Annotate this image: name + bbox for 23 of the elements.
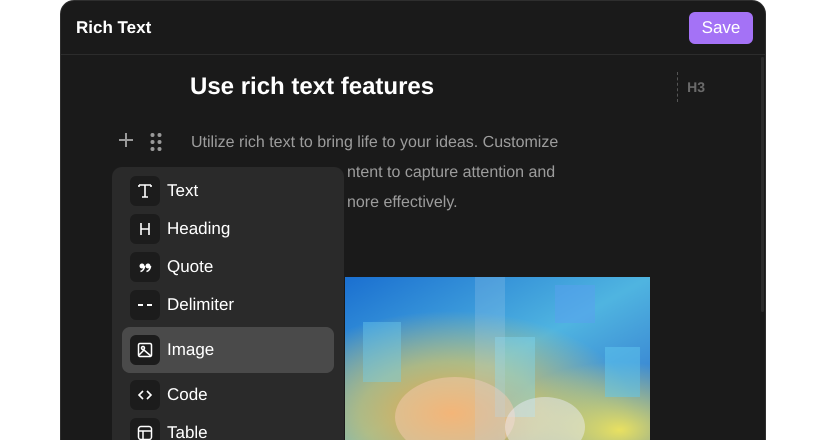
menu-item[interactable]: Text xyxy=(122,172,334,210)
heading-level-label: H3 xyxy=(687,78,705,96)
text-block-icon xyxy=(130,176,160,206)
delimiter-block-icon xyxy=(130,290,160,320)
table-block-icon xyxy=(130,418,160,440)
menu-item[interactable]: Delimiter xyxy=(122,286,334,324)
heading-block-icon xyxy=(130,214,160,244)
menu-item[interactable]: Code xyxy=(122,376,334,414)
paragraph-text: ntent to capture attention and xyxy=(347,163,556,183)
paragraph-text: Utilize rich text to bring life to your ideas. Customize xyxy=(191,133,558,153)
image-block-icon xyxy=(130,335,160,365)
menu-item[interactable]: Image xyxy=(122,327,334,373)
menu-item[interactable]: Quote xyxy=(122,248,334,286)
quote-block-icon xyxy=(130,252,160,282)
paragraph-text: nore effectively. xyxy=(347,193,458,213)
divider-line xyxy=(677,72,678,102)
add-icon[interactable] xyxy=(118,132,134,148)
window-title: Rich Text xyxy=(76,16,152,39)
drag-handle-icon[interactable] xyxy=(150,132,162,152)
menu-item[interactable]: Table xyxy=(122,414,334,440)
menu-item[interactable]: Heading xyxy=(122,210,334,248)
code-block-icon xyxy=(130,380,160,410)
heading-text: Use rich text features xyxy=(190,72,436,102)
